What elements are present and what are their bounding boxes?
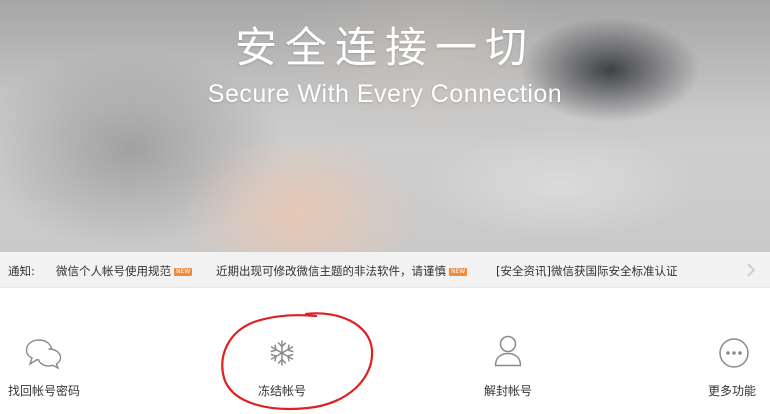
hero-title: 安全连接一切	[234, 23, 535, 72]
more-dots-icon	[718, 337, 750, 373]
notice-item-account-rules[interactable]: 微信个人帐号使用规范 NEW	[56, 263, 193, 279]
user-icon	[493, 334, 523, 372]
hero-subtitle: Secure With Every Connection	[207, 80, 563, 108]
notice-label: 通知:	[8, 264, 35, 278]
more-functions-label: 更多功能	[708, 384, 757, 398]
recover-account-password-label: 找回帐号密码	[8, 384, 81, 398]
freeze-account-button[interactable]: 冻结帐号	[240, 288, 330, 414]
hero-banner: 安全连接一切 Secure With Every Connection	[0, 0, 770, 252]
action-tiles: 找回帐号密码 冻结帐号 解封帐号 更多功能	[0, 288, 770, 414]
snowflake-icon	[268, 339, 296, 371]
chat-bubbles-icon	[25, 337, 63, 373]
new-badge: NEW	[174, 268, 193, 276]
notice-bar: 通知: 微信个人帐号使用规范 NEW 近期出现可修改微信主题的非法软件，请谨慎 NE…	[0, 252, 770, 288]
new-badge: NEW	[449, 268, 468, 276]
notice-item-illegal-software[interactable]: 近期出现可修改微信主题的非法软件，请谨慎 NEW	[216, 263, 468, 279]
notice-item-security-news[interactable]: [安全资讯]微信获国际安全标准认证	[496, 263, 677, 279]
recover-account-password-button[interactable]: 找回帐号密码	[0, 288, 100, 414]
freeze-account-label: 冻结帐号	[258, 384, 307, 398]
unblock-account-button[interactable]: 解封帐号	[470, 288, 550, 414]
notice-item-text: 近期出现可修改微信主题的非法软件，请谨慎	[216, 264, 446, 278]
notice-item-text: 微信个人帐号使用规范	[56, 264, 171, 278]
unblock-account-label: 解封帐号	[484, 384, 533, 398]
more-functions-button[interactable]: 更多功能	[690, 288, 770, 414]
notice-item-text: [安全资讯]微信获国际安全标准认证	[496, 264, 678, 278]
chevron-right-icon[interactable]	[744, 261, 758, 279]
